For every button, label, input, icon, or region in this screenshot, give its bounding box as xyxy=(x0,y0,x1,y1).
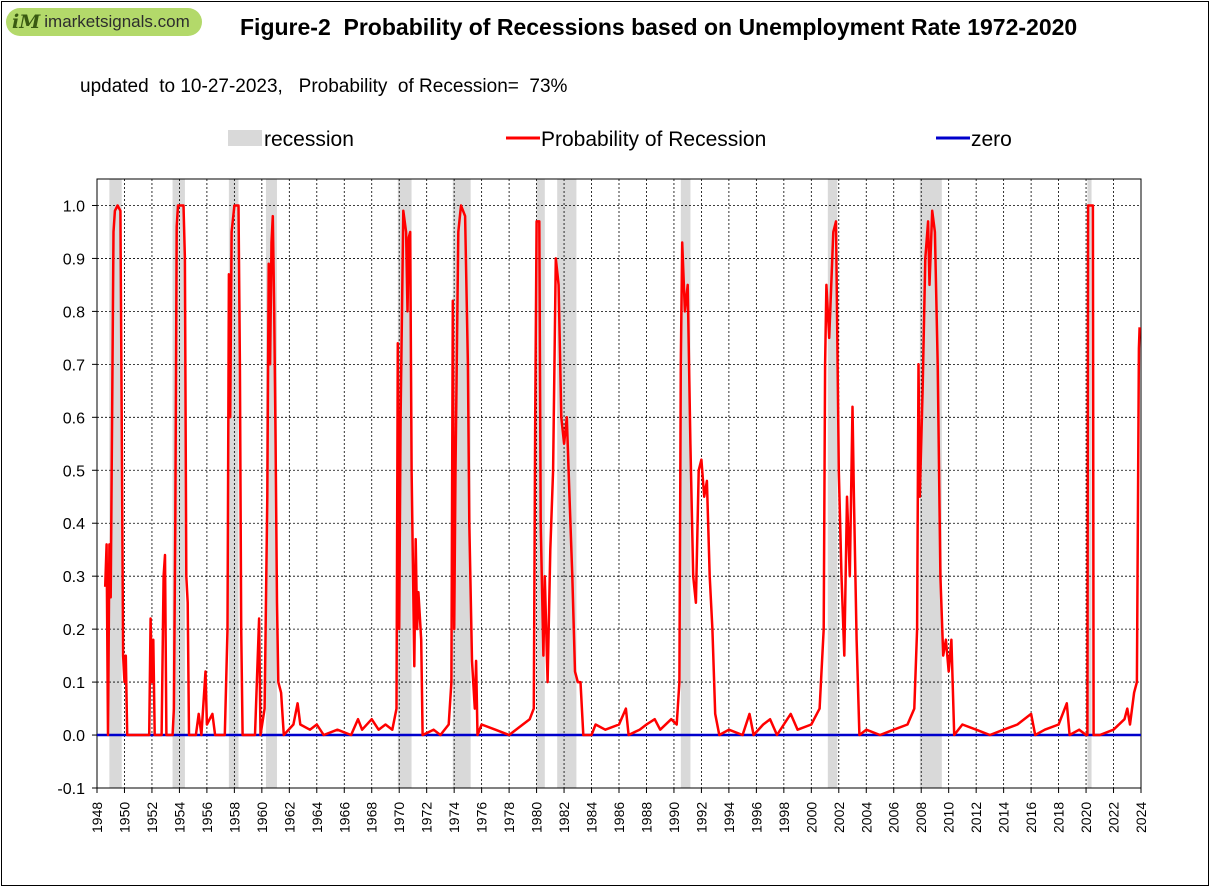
x-tick-label: 1988 xyxy=(638,802,654,833)
x-tick-label: 1958 xyxy=(226,802,242,833)
x-tick-label: 1964 xyxy=(309,802,325,833)
x-tick-label: 2022 xyxy=(1106,802,1122,833)
x-tick-label: 2012 xyxy=(968,802,984,833)
x-tick-label: 1974 xyxy=(446,802,462,833)
x-tick-label: 1970 xyxy=(391,802,407,833)
y-tick-label: 0.2 xyxy=(63,622,85,639)
x-tick-label: 1948 xyxy=(89,802,105,833)
y-tick-label: 0.0 xyxy=(63,728,85,745)
y-tick-label: -0.1 xyxy=(57,781,85,798)
y-tick-label: 0.9 xyxy=(63,251,85,268)
legend-zero-label: zero xyxy=(971,128,1012,151)
x-tick-label: 2016 xyxy=(1023,802,1039,833)
y-tick-label: 0.1 xyxy=(63,675,85,692)
x-tick-label: 1980 xyxy=(529,802,545,833)
x-tick-label: 1992 xyxy=(693,802,709,833)
x-tick-label: 1990 xyxy=(666,802,682,833)
x-tick-label: 1996 xyxy=(748,802,764,833)
y-tick-label: 0.6 xyxy=(63,410,85,427)
y-tick-label: 0.4 xyxy=(63,516,85,533)
x-tick-label: 1962 xyxy=(281,802,297,833)
x-tick-label: 1998 xyxy=(776,802,792,833)
x-tick-label: 1956 xyxy=(199,802,215,833)
x-tick-label: 1966 xyxy=(336,802,352,833)
x-tick-label: 2024 xyxy=(1133,802,1149,833)
x-tick-label: 2018 xyxy=(1051,802,1067,833)
legend-recession-label: recession xyxy=(264,128,354,151)
x-tick-label: 2008 xyxy=(913,802,929,833)
x-tick-label: 2004 xyxy=(858,802,874,833)
x-tick-label: 1984 xyxy=(584,802,600,833)
x-tick-label: 1982 xyxy=(556,802,572,833)
x-tick-label: 2020 xyxy=(1078,802,1094,833)
x-tick-label: 2014 xyxy=(996,802,1012,833)
legend-probability-label: Probability of Recession xyxy=(541,128,766,151)
y-tick-label: 0.7 xyxy=(63,357,85,374)
x-tick-label: 2002 xyxy=(831,802,847,833)
x-tick-label: 1972 xyxy=(419,802,435,833)
x-tick-label: 2000 xyxy=(803,802,819,833)
recession-probability-chart: -0.1 0.0 0.1 0.2 0.3 0.4 0.5 0.6 0.7 0.8 0.9 1.0 194… xyxy=(57,128,1149,833)
x-tick-label: 1952 xyxy=(144,802,160,833)
x-tick-label: 2006 xyxy=(886,802,902,833)
x-tick-label: 1950 xyxy=(116,802,132,833)
legend-recession-swatch xyxy=(228,130,262,146)
x-tick-label: 1986 xyxy=(611,802,627,833)
y-tick-label: 0.5 xyxy=(63,463,85,480)
x-tick-label: 1978 xyxy=(501,802,517,833)
y-tick-label: 1.0 xyxy=(63,198,85,215)
x-tick-label: 1976 xyxy=(474,802,490,833)
x-tick-label: 1968 xyxy=(364,802,380,833)
x-tick-label: 1954 xyxy=(171,802,187,833)
x-tick-label: 2010 xyxy=(941,802,957,833)
y-tick-label: 0.8 xyxy=(63,304,85,321)
x-tick-label: 1994 xyxy=(721,802,737,833)
x-tick-label: 1960 xyxy=(254,802,270,833)
recession-band xyxy=(557,179,577,788)
y-tick-label: 0.3 xyxy=(63,569,85,586)
